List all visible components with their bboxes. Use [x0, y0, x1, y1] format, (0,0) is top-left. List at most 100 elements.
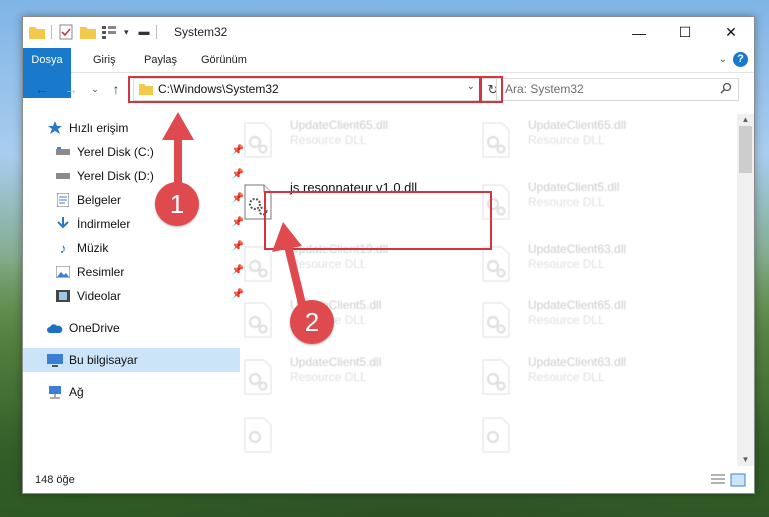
file-item[interactable]: UpdateClient5.dll Resource DLL [471, 176, 699, 226]
folder-icon[interactable] [29, 24, 45, 40]
dll-file-icon [243, 122, 273, 158]
file-item[interactable]: UpdateClient63.dll Resource DLL [471, 238, 699, 288]
sidebar-item-this-pc[interactable]: Bu bilgisayar [23, 348, 240, 372]
close-icon[interactable]: ✕ [708, 17, 754, 48]
scrollbar-thumb[interactable] [739, 126, 752, 173]
toolbar-divider [51, 25, 52, 39]
sidebar-item-network[interactable]: Ağ [23, 380, 240, 404]
large-icons-view-icon[interactable] [730, 473, 746, 490]
recent-locations-icon[interactable]: ⌄ [86, 80, 104, 98]
file-type: Resource DLL [290, 257, 367, 271]
documents-icon [55, 192, 71, 208]
view-options-icon[interactable] [102, 24, 118, 40]
sidebar-item-music[interactable]: ♪ Müzik 📌 [23, 236, 248, 260]
view-toggle-group [710, 473, 746, 490]
sidebar-item-documents[interactable]: Belgeler 📌 [23, 188, 248, 212]
file-item[interactable] [471, 409, 699, 459]
videos-icon [55, 288, 71, 304]
dll-file-icon [243, 246, 273, 282]
step-2-badge: 2 [290, 300, 334, 344]
file-name: UpdateClient65.dll [290, 118, 389, 132]
file-type: Resource DLL [290, 370, 367, 384]
tab-view[interactable]: Görünüm [201, 48, 247, 72]
dll-file-icon [481, 122, 511, 158]
tab-share[interactable]: Paylaş [144, 48, 177, 72]
chevron-down-icon[interactable]: ⌄ [719, 54, 727, 65]
up-arrow-icon[interactable]: ↑ [107, 80, 125, 98]
file-type: Resource DLL [528, 195, 605, 209]
navigation-pane: Hızlı erişim Yerel Disk (C:) 📌 Yerel Dis… [23, 114, 244, 464]
back-arrow-icon[interactable]: ← [33, 80, 51, 98]
file-item[interactable]: UpdateClient65.dll Resource DLL [471, 114, 699, 164]
file-item[interactable]: UpdateClient65.dll Resource DLL [471, 294, 699, 344]
pictures-icon [55, 264, 71, 280]
network-icon [47, 384, 63, 400]
star-icon [47, 120, 63, 136]
window-controls: — ☐ ✕ [616, 17, 754, 48]
search-input[interactable] [497, 79, 715, 98]
file-name: UpdateClient5.dll [528, 180, 620, 194]
file-type: Resource DLL [528, 370, 605, 384]
sidebar-item-local-disk-d[interactable]: Yerel Disk (D:) 📌 [23, 164, 248, 188]
dll-file-icon [243, 417, 273, 453]
explorer-window: ▾ ▬ System32 — ☐ ✕ Dosya Giriş Paylaş Gö… [22, 16, 755, 494]
details-view-icon[interactable] [710, 473, 726, 490]
sidebar-item-label: Bu bilgisayar [69, 353, 138, 367]
address-highlight-box [128, 76, 482, 103]
dll-file-icon [481, 302, 511, 338]
computer-icon [47, 352, 63, 368]
sidebar-item-label: Hızlı erişim [69, 121, 129, 135]
tab-home[interactable]: Giriş [93, 48, 116, 72]
file-type: Resource DLL [528, 257, 605, 271]
refresh-highlight-box [479, 76, 503, 103]
sidebar-item-onedrive[interactable]: OneDrive [23, 316, 240, 340]
file-name: UpdateClient65.dll [528, 118, 627, 132]
title-divider [155, 25, 157, 39]
file-item[interactable]: UpdateClient5.dll Resource DLL [233, 351, 461, 401]
file-name: UpdateClient65.dll [528, 298, 627, 312]
drive-icon [55, 168, 71, 184]
file-item[interactable] [233, 409, 461, 459]
sidebar-item-label: Müzik [77, 241, 109, 255]
ribbon-tabs: Dosya Giriş Paylaş Görünüm ⌄ ? [23, 48, 754, 98]
dll-file-icon [481, 417, 511, 453]
file-list: UpdateClient65.dll Resource DLL UpdateCl… [233, 114, 733, 464]
file-item[interactable]: UpdateClient63.dll Resource DLL [471, 351, 699, 401]
sidebar-item-label: Videolar [77, 289, 121, 303]
help-icon[interactable]: ? [733, 52, 748, 67]
file-type: Resource DLL [528, 313, 605, 327]
sidebar-item-quick-access[interactable]: Hızlı erişim [23, 116, 240, 140]
toolbar-customize-icon[interactable]: ▾ [124, 27, 129, 38]
properties-icon[interactable] [58, 24, 74, 40]
minimize-icon[interactable]: — [616, 17, 662, 48]
toolbar-dropdown-icon[interactable]: ▬ [139, 26, 150, 38]
selected-file-highlight-box [264, 191, 492, 250]
dll-file-icon [243, 359, 273, 395]
file-item[interactable]: UpdateClient65.dll Resource DLL [233, 114, 461, 164]
step-1-badge: 1 [155, 182, 199, 226]
file-item[interactable]: UpdateClient5.dll Resource DLL [233, 294, 461, 344]
drive-icon [55, 144, 71, 160]
maximize-icon[interactable]: ☐ [662, 17, 708, 48]
sidebar-item-local-disk-c[interactable]: Yerel Disk (C:) 📌 [23, 140, 248, 164]
file-name: UpdateClient5.dll [290, 355, 382, 369]
scroll-up-icon[interactable]: ▲ [737, 114, 754, 126]
file-type: Resource DLL [528, 133, 605, 147]
sidebar-item-downloads[interactable]: İndirmeler 📌 [23, 212, 248, 236]
forward-arrow-icon[interactable]: → [62, 80, 80, 98]
file-name: UpdateClient63.dll [528, 355, 627, 369]
sidebar-item-pictures[interactable]: Resimler 📌 [23, 260, 248, 284]
file-type: Resource DLL [290, 133, 367, 147]
cloud-icon [47, 320, 63, 336]
sidebar-item-label: İndirmeler [77, 217, 131, 231]
search-box [496, 78, 739, 101]
vertical-scrollbar[interactable]: ▲ ▼ [737, 114, 754, 466]
sidebar-item-label: Yerel Disk (D:) [77, 169, 154, 183]
scroll-down-icon[interactable]: ▼ [737, 454, 754, 466]
sidebar-item-label: Belgeler [77, 193, 122, 207]
search-icon[interactable] [720, 82, 732, 97]
sidebar-item-videos[interactable]: Videolar 📌 [23, 284, 248, 308]
new-folder-icon[interactable] [80, 24, 96, 40]
file-name: UpdateClient63.dll [528, 242, 627, 256]
window-title: System32 [174, 25, 228, 39]
